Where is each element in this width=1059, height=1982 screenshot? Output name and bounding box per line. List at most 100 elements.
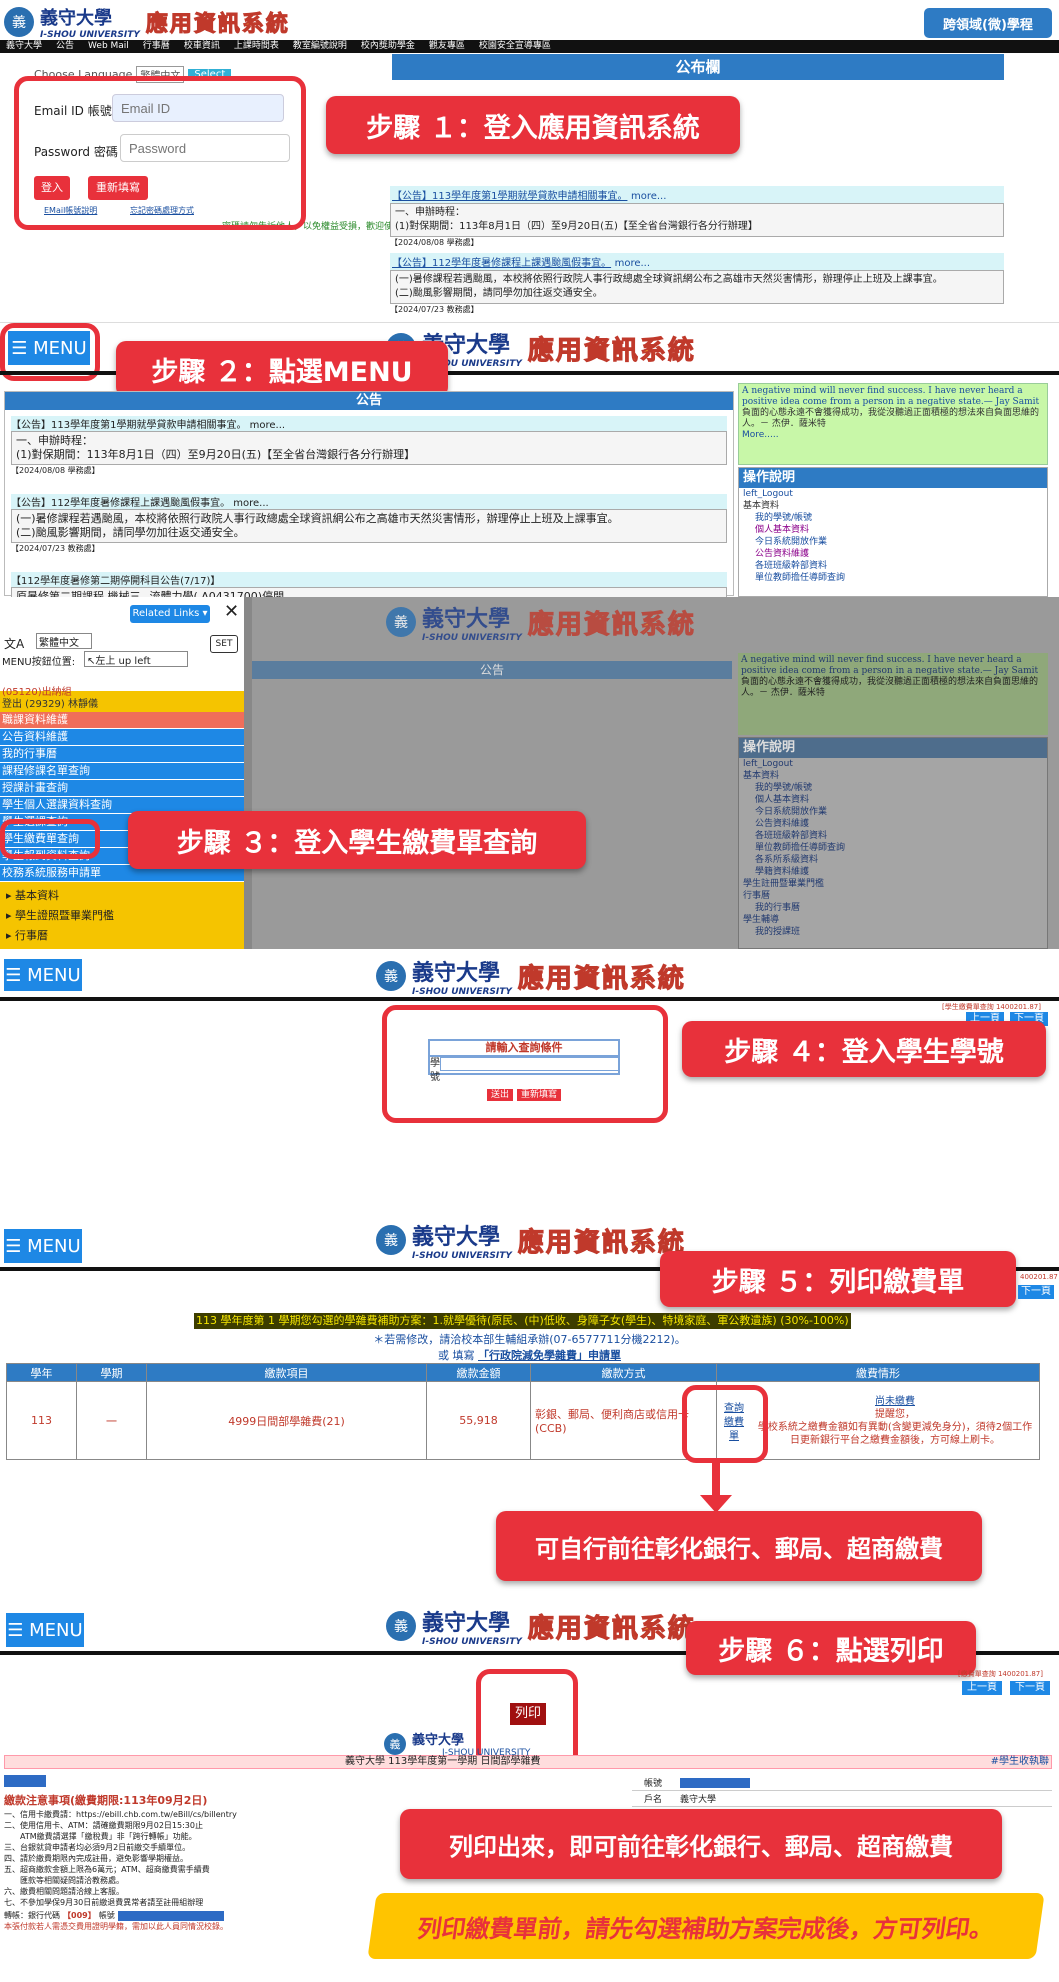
quote-english: A negative mind will never find success.…	[741, 655, 1039, 676]
ops-item[interactable]: 各班班級幹部資料	[743, 560, 1047, 572]
sidebar-item[interactable]: 課程修課名單查詢	[0, 763, 244, 780]
sidebar-item[interactable]: 我的行事曆	[0, 746, 244, 763]
system-name: 應用資訊系統	[527, 1613, 696, 1644]
ops-item[interactable]: 我的行事曆	[743, 902, 1047, 914]
highlight-login-form	[14, 76, 306, 230]
sidebar-group[interactable]: ▸ 行事曆	[0, 926, 244, 946]
school-name-ch: 義守大學	[422, 606, 511, 632]
ops-item[interactable]: 學籍資料維護	[743, 866, 1047, 878]
sidebar-item[interactable]: 職課資料維護	[0, 712, 244, 729]
nav-item[interactable]: 公告	[56, 40, 74, 53]
nav-item[interactable]: 觀友專區	[429, 40, 465, 53]
ops-item[interactable]: 今日系統開放作業	[743, 806, 1047, 818]
ann-more-link[interactable]: more...	[250, 420, 285, 431]
ops-item[interactable]: 我的學號/帳號	[743, 512, 1047, 524]
ops-item[interactable]: 公告資料維護	[743, 548, 1047, 560]
user-logout[interactable]: 登出 (29329) 林靜儀	[2, 699, 98, 711]
bill-notice-line: 二、使用信用卡、ATM：請確繳費期限9月02日15:30止	[4, 1821, 203, 1830]
ann-title[interactable]: 【公告】112學年度暑修課程上課遇颱風假事宜。	[392, 258, 611, 269]
ann-more-link[interactable]: more...	[233, 498, 268, 509]
ops-item[interactable]: 個人基本資料	[743, 524, 1047, 536]
ops-item[interactable]: 單位教師擔任導師查詢	[743, 572, 1047, 584]
col-header: 繳款項目	[146, 1363, 427, 1382]
prev-page-button[interactable]: 上一頁	[962, 1681, 1002, 1695]
pay-hint-2: 列印出來，即可前往彰化銀行、郵局、超商繳費	[400, 1809, 1002, 1879]
ann-line: (二)颱風影響期間，請同學勿加往返交通安全。	[395, 288, 603, 299]
redacted-account	[117, 1910, 224, 1921]
nav-item[interactable]: 上課時間表	[234, 40, 279, 53]
menu-position-select[interactable]: ↖左上 up left	[84, 651, 188, 667]
menu-button[interactable]: ☰ MENU	[4, 959, 82, 991]
sidebar-group[interactable]: ▸ 學生證照暨畢業門檻	[0, 906, 244, 926]
system-name: 應用資訊系統	[145, 12, 290, 38]
unpaid-status[interactable]: 尚未繳費	[755, 1395, 1035, 1408]
cross-program-button[interactable]: 跨領域(微)學程	[924, 8, 1052, 38]
waiver-link-line: 或 填寫 「行政院減免學雜費」申請單	[0, 1347, 1059, 1363]
board-header: 公布欄	[392, 54, 1004, 80]
header-divider	[0, 997, 1059, 1001]
nav-item[interactable]: 行事曆	[143, 40, 170, 53]
waiver-form-link[interactable]: 「行政院減免學雜費」申請單	[478, 1349, 621, 1362]
ann-line: (一)暑修課程若遇颱風，本校將依照行政院人事行政總處全球資訊網公布之高雄市天然災…	[16, 512, 619, 525]
ann-more-link[interactable]: more...	[631, 191, 666, 202]
ann-title[interactable]: 【公告】112學年度暑修課程上課遇颱風假事宜。	[11, 498, 230, 509]
ops-item[interactable]: left_Logout	[743, 488, 1047, 500]
related-links-button[interactable]: Related Links ▾	[130, 605, 210, 623]
ops-item[interactable]: 各班班級幹部資料	[743, 830, 1047, 842]
close-icon[interactable]: ✕	[224, 601, 239, 622]
nav-item[interactable]: 教室編號說明	[293, 40, 347, 53]
ops-item[interactable]: 個人基本資料	[743, 794, 1047, 806]
ops-item[interactable]: 公告資料維護	[743, 818, 1047, 830]
board-header: 公告	[252, 661, 732, 679]
quote-more-link[interactable]: More.....	[742, 430, 1044, 441]
announcement-panel: 公告 【公告】113學年度第1學期就學貸款申請相關事宜。 more... 一、申…	[4, 391, 734, 607]
menu-button[interactable]: ☰ MENU	[4, 1229, 82, 1263]
dimmed-background: 義 義守大學 I-SHOU UNIVERSITY 應用資訊系統 公告 A nega…	[252, 597, 1059, 949]
system-name: 應用資訊系統	[517, 1227, 686, 1258]
sidebar-item[interactable]: 公告資料維護	[0, 729, 244, 746]
ann-more-link[interactable]: more...	[615, 258, 650, 269]
bill-notice-line: ATM繳費請選擇「繳稅費」非「跨行轉帳」功能。	[4, 1832, 197, 1841]
section-print: ☰ MENU 義 義守大學 I-SHOU UNIVERSITY 應用資訊系統 步驟…	[0, 1599, 1059, 1982]
bill-notice-line: 七、不參加學保9月30日前繳退費異常者請至註冊組辦理	[4, 1898, 204, 1907]
sidebar-top: Related Links ▾ ✕	[0, 597, 244, 631]
header-logo: 義 義守大學I-SHOU UNIVERSITY 應用資訊系統	[376, 955, 686, 997]
school-name-ch: 義守大學	[40, 8, 112, 29]
menu-button[interactable]: ☰ MENU	[6, 1613, 84, 1647]
header-logo[interactable]: 義 義守大學 I-SHOU UNIVERSITY 應用資訊系統	[4, 4, 290, 40]
ops-item[interactable]: 各系所系級資料	[743, 854, 1047, 866]
ops-item[interactable]: left_Logout	[743, 758, 1047, 770]
nav-item[interactable]: 校車資訊	[184, 40, 220, 53]
set-button[interactable]: SET	[210, 635, 238, 653]
ann-title[interactable]: 【公告】113學年度第1學期就學貸款申請相關事宜。	[11, 420, 246, 431]
section-login: 義 義守大學 I-SHOU UNIVERSITY 應用資訊系統 跨領域(微)學程…	[0, 0, 1059, 255]
sidebar-language-select[interactable]: 繁體中文	[36, 633, 92, 649]
school-emblem-icon: 義	[376, 961, 406, 991]
ann-title[interactable]: 【公告】113學年度第1學期就學貸款申請相關事宜。	[392, 191, 627, 202]
school-name-ch: 義守大學	[412, 960, 501, 986]
header-logo: 義 義守大學I-SHOU UNIVERSITY 應用資訊系統	[386, 601, 696, 643]
user-info: (05120)出納組 登出 (29329) 林靜儀	[2, 687, 98, 711]
nav-item[interactable]: 義守大學	[6, 40, 42, 53]
quote-chinese: 負面的心態永遠不會獲得成功，我從沒聽過正面積極的想法來自負面思維的人。－ 杰伊．…	[741, 677, 1039, 698]
s1-ann-2-real: 【公告】112學年度暑修課程上課遇颱風假事宜。 more... (一)暑修課程若…	[390, 253, 1004, 315]
ann-title[interactable]: 【112學年度暑修第二期停開科目公告(7/17)】	[11, 576, 220, 587]
bank-code: 【009】	[63, 1911, 96, 1920]
section-fee-list: ☰ MENU 義 義守大學 I-SHOU UNIVERSITY 應用資訊系統 步驟…	[0, 1211, 1059, 1599]
nav-item[interactable]: 校內獎助學金	[361, 40, 415, 53]
sidebar-group[interactable]: ▸ 基本資料	[0, 886, 244, 906]
bill-notice-title: 繳款注意事項(繳費期限:113年09月2日)	[4, 1794, 208, 1807]
ops-item[interactable]: 今日系統開放作業	[743, 536, 1047, 548]
bill-notice-line: 匯款等相關疑問請洽教務處。	[4, 1876, 124, 1885]
ops-item[interactable]: 我的學號/帳號	[743, 782, 1047, 794]
nav-item[interactable]: 校園安全宣導專區	[479, 40, 551, 53]
school-emblem-icon: 義	[384, 1732, 406, 1755]
next-page-button[interactable]: 下一頁	[1018, 1285, 1054, 1299]
sidebar-item[interactable]: 授課計畫查詢	[0, 780, 244, 797]
nav-item[interactable]: Web Mail	[88, 40, 129, 53]
system-name: 應用資訊系統	[527, 609, 696, 640]
ops-item[interactable]: 單位教師擔任導師查詢	[743, 842, 1047, 854]
ops-item[interactable]: 我的授課班	[743, 926, 1047, 938]
next-page-button[interactable]: 下一頁	[1010, 1681, 1050, 1695]
waiver-link-prefix: 或 填寫	[438, 1349, 475, 1362]
